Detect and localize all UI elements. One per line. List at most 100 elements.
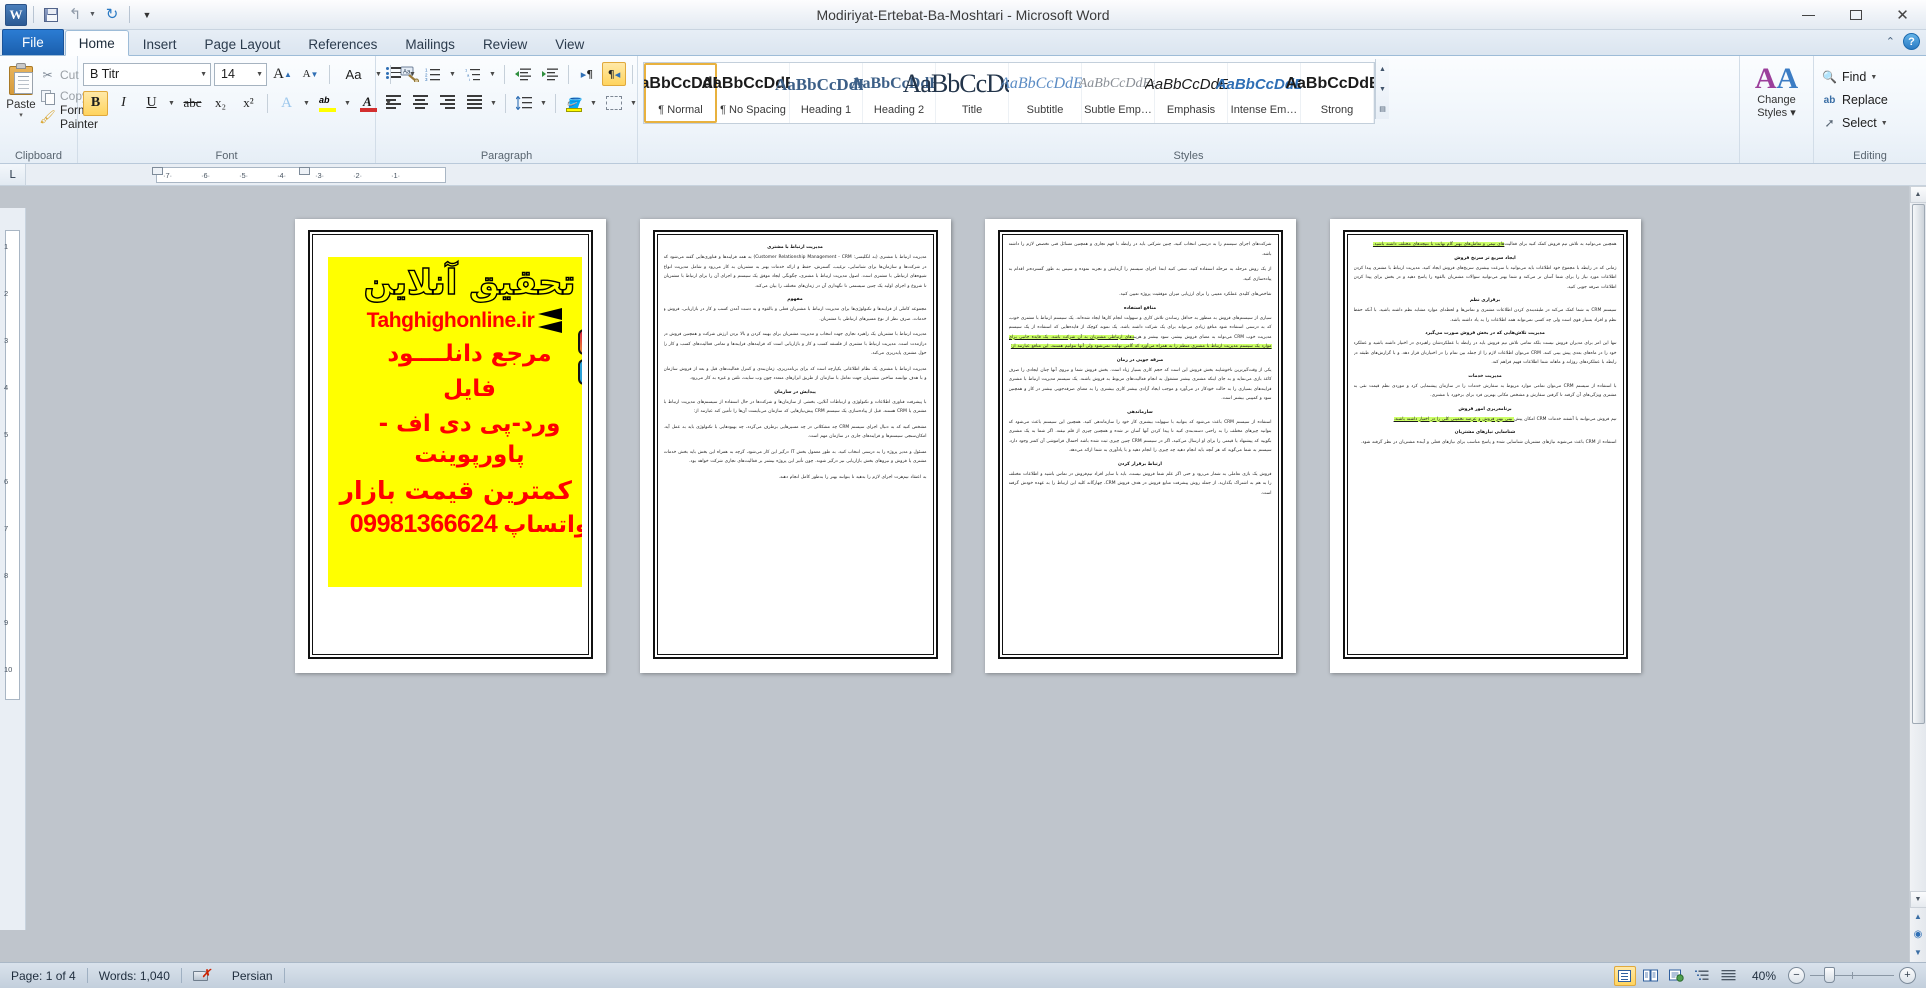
tab-page-layout[interactable]: Page Layout xyxy=(191,31,295,56)
bullets-dropdown[interactable]: ▼ xyxy=(408,62,418,86)
scrollbar-thumb[interactable] xyxy=(1911,204,1925,724)
tab-insert[interactable]: Insert xyxy=(129,31,191,56)
find-button[interactable]: 🔍 Find ▼ xyxy=(1819,66,1891,88)
italic-button[interactable]: I xyxy=(111,91,136,116)
bullets-button[interactable] xyxy=(381,62,405,86)
customize-qat-button[interactable]: ▼ xyxy=(136,4,158,26)
view-web-layout-button[interactable] xyxy=(1666,966,1688,986)
zoom-slider[interactable]: − + xyxy=(1788,967,1916,984)
borders-button[interactable] xyxy=(602,91,626,115)
zoom-level[interactable]: 40% xyxy=(1744,969,1784,983)
highlighted-link[interactable]: ه‌های ارتباطی مشتریان به آن شرکت باشد. ی… xyxy=(1008,334,1272,349)
style-item-title[interactable]: AaBbCcDdEe Title xyxy=(903,63,1041,123)
left-indent-marker[interactable] xyxy=(152,167,163,175)
minimize-button[interactable] xyxy=(1785,0,1832,30)
numbering-button[interactable]: 123 xyxy=(421,62,445,86)
shading-dropdown[interactable]: ▼ xyxy=(589,91,599,115)
text-effects-button[interactable]: A xyxy=(274,91,299,116)
styles-more-button[interactable]: ▤ xyxy=(1376,99,1389,119)
document-canvas[interactable]: 1 2 3 4 5 6 7 8 9 10 تحقیق آنلاین Tahghighonline.… xyxy=(0,186,1926,962)
document-page-4[interactable]: همچنین می‌توانید به تلاش تیم فروش کمک کن… xyxy=(1329,219,1641,673)
maximize-button[interactable] xyxy=(1832,0,1879,30)
document-page-2[interactable]: مدیریت ارتباط با مشتری مدیریت ارتباط با م… xyxy=(639,219,951,673)
language-indicator[interactable]: Persian xyxy=(221,966,284,986)
document-page-3[interactable]: شرکت‌های اجرای سیستم را به درستی انتخاب … xyxy=(984,219,1296,673)
tab-stop-selector[interactable]: L xyxy=(0,164,26,185)
select-button[interactable]: ➚ Select ▼ xyxy=(1819,112,1891,134)
zoom-in-button[interactable]: + xyxy=(1899,967,1916,984)
numbering-dropdown[interactable]: ▼ xyxy=(448,62,458,86)
grow-font-button[interactable]: A ▲ xyxy=(270,62,295,87)
highlighted-link[interactable]: ‌های تیمی و تعامل‌های بهتر گام نهایت با … xyxy=(1372,242,1505,247)
multilevel-list-button[interactable]: 1ai xyxy=(461,62,485,86)
tab-references[interactable]: References xyxy=(294,31,391,56)
zoom-track[interactable] xyxy=(1810,967,1894,983)
bold-button[interactable]: B xyxy=(83,90,108,116)
line-spacing-button[interactable] xyxy=(512,91,536,115)
previous-page-button[interactable]: ▲ xyxy=(1910,908,1926,924)
text-effects-dropdown[interactable]: ▼ xyxy=(302,91,312,116)
underline-dropdown[interactable]: ▼ xyxy=(167,91,177,116)
highlight-button[interactable]: ab xyxy=(315,91,340,116)
tab-review[interactable]: Review xyxy=(469,31,541,56)
tab-view[interactable]: View xyxy=(541,31,598,56)
superscript-button[interactable]: x² xyxy=(236,91,261,116)
minimize-ribbon-icon[interactable]: ⌃ xyxy=(1886,35,1895,48)
highlighted-link[interactable]: بینی بهتر فروش و عرضه تخمینی کلی را در ا… xyxy=(1393,416,1515,422)
increase-indent-button[interactable] xyxy=(538,62,562,86)
multilevel-list-dropdown[interactable]: ▼ xyxy=(488,62,498,86)
underline-button[interactable]: U xyxy=(139,91,164,116)
align-right-button[interactable] xyxy=(435,91,459,115)
vertical-ruler-bar[interactable] xyxy=(5,230,20,700)
styles-scroll-up-button[interactable]: ▲ xyxy=(1376,59,1389,79)
zoom-out-button[interactable]: − xyxy=(1788,967,1805,984)
document-page-1[interactable]: تحقیق آنلاین Tahghighonline.ir مرجع دانل… xyxy=(294,219,606,673)
justify-dropdown[interactable]: ▼ xyxy=(489,91,499,115)
next-page-button[interactable]: ▼ xyxy=(1910,944,1926,960)
redo-button[interactable]: ↻ xyxy=(101,4,123,26)
strikethrough-button[interactable]: abc xyxy=(180,91,205,116)
shrink-font-button[interactable]: A ▼ xyxy=(298,62,323,87)
scroll-down-button[interactable]: ▼ xyxy=(1909,891,1926,908)
close-button[interactable]: ✕ xyxy=(1879,0,1926,30)
font-size-combo[interactable]: 14 ▼ xyxy=(214,62,267,86)
select-browse-object-button[interactable]: ◉ xyxy=(1910,926,1926,942)
scroll-up-button[interactable]: ▲ xyxy=(1909,186,1926,203)
undo-button[interactable]: ↰ xyxy=(64,4,86,26)
style-item-strong[interactable]: AaBbCcDdEe Strong xyxy=(1285,63,1374,123)
font-name-combo[interactable]: B Titr ▼ xyxy=(83,62,211,86)
styles-scroll-down-button[interactable]: ▼ xyxy=(1376,79,1389,99)
proofing-status[interactable]: ✗ xyxy=(182,966,221,986)
view-outline-button[interactable] xyxy=(1692,966,1714,986)
horizontal-ruler[interactable]: ·7· ·6· ·5· ·4· ·3· ·2· ·1· xyxy=(152,167,446,183)
view-full-screen-reading-button[interactable] xyxy=(1640,966,1662,986)
undo-dropdown[interactable]: ▼ xyxy=(88,4,99,26)
change-case-button[interactable]: Aa xyxy=(336,62,371,87)
align-center-button[interactable] xyxy=(408,91,432,115)
align-left-button[interactable] xyxy=(381,91,405,115)
word-logo-icon[interactable]: W xyxy=(5,3,27,26)
decrease-indent-button[interactable] xyxy=(511,62,535,86)
page-indicator[interactable]: Page: 1 of 4 xyxy=(0,966,87,986)
view-draft-button[interactable] xyxy=(1718,966,1740,986)
right-indent-marker[interactable] xyxy=(299,167,310,175)
ltr-text-direction-button[interactable]: ▸ ¶ xyxy=(575,62,599,86)
tab-home[interactable]: Home xyxy=(64,30,129,56)
word-count[interactable]: Words: 1,040 xyxy=(88,966,181,986)
view-print-layout-button[interactable] xyxy=(1613,965,1636,986)
justify-button[interactable] xyxy=(462,91,486,115)
style-item-subtitle[interactable]: AaBbCcDdEe Subtitle xyxy=(1000,63,1090,123)
shading-button[interactable]: 🪣 xyxy=(562,91,586,115)
save-button[interactable] xyxy=(40,4,62,26)
help-icon[interactable]: ? xyxy=(1903,33,1920,50)
highlight-dropdown[interactable]: ▼ xyxy=(343,91,353,116)
vertical-scrollbar[interactable]: ▲ ▼ ▲ ◉ ▼ xyxy=(1909,186,1926,962)
paste-button[interactable]: Paste ▾ xyxy=(5,59,37,119)
replace-button[interactable]: ab Replace xyxy=(1819,89,1891,111)
line-spacing-dropdown[interactable]: ▼ xyxy=(539,91,549,115)
rtl-text-direction-button[interactable]: ¶ ◂ xyxy=(602,62,626,86)
zoom-thumb[interactable] xyxy=(1824,967,1835,983)
subscript-button[interactable]: x₂ xyxy=(208,91,233,116)
change-styles-button[interactable]: AA Change Styles ▾ xyxy=(1745,59,1808,120)
tab-file[interactable]: File xyxy=(2,29,64,55)
